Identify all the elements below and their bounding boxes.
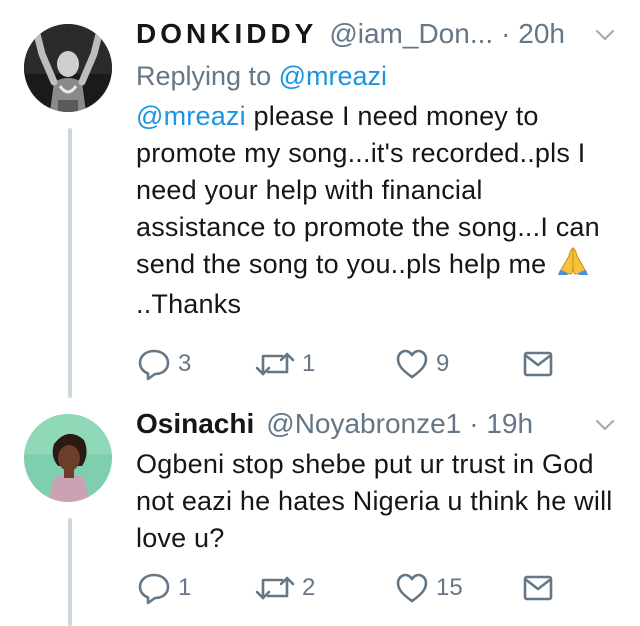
retweet-count: 2 <box>302 574 316 601</box>
like-count: 15 <box>436 574 463 601</box>
avatar[interactable] <box>24 414 112 502</box>
tweet[interactable]: Osinachi @Noyabronze1 · 19h Ogbeni stop … <box>136 406 616 557</box>
user-handle[interactable]: @iam_Don... <box>329 16 493 52</box>
retweet-count: 1 <box>302 350 316 377</box>
tweet-text-end: ..Thanks <box>136 289 242 319</box>
replying-to-link[interactable]: @mreazi <box>279 61 387 91</box>
tweet-header: DONKIDDY @iam_Don... · 20h <box>136 16 616 52</box>
display-name[interactable]: DONKIDDY <box>136 16 317 52</box>
tweet-text: Ogbeni stop shebe put ur trust in God no… <box>136 449 613 553</box>
chevron-down-icon[interactable] <box>594 24 616 46</box>
reply-button[interactable]: 1 <box>136 570 191 606</box>
like-count: 9 <box>436 350 450 377</box>
reply-button[interactable]: 3 <box>136 346 191 382</box>
direct-message-button[interactable] <box>520 570 562 606</box>
display-name[interactable]: Osinachi <box>136 406 254 442</box>
retweet-icon <box>255 352 295 376</box>
mention-link[interactable]: @mreazi <box>136 101 246 131</box>
user-handle[interactable]: @Noyabronze1 <box>266 406 461 442</box>
timestamp[interactable]: · 20h <box>501 16 565 52</box>
replying-label: Replying to <box>136 61 272 91</box>
avatar[interactable] <box>24 24 112 112</box>
reply-count: 1 <box>178 574 192 601</box>
timestamp[interactable]: · 19h <box>469 406 533 442</box>
direct-message-button[interactable] <box>520 346 562 382</box>
like-icon <box>396 573 428 603</box>
tweet-actions: 3 1 9 <box>0 346 640 382</box>
like-icon <box>396 349 428 379</box>
retweet-button[interactable]: 2 <box>254 570 315 606</box>
tweet[interactable]: DONKIDDY @iam_Don... · 20h Replying to @… <box>136 16 616 323</box>
like-button[interactable]: 15 <box>394 570 463 606</box>
tweet-actions: 1 2 15 <box>0 570 640 606</box>
retweet-icon <box>255 576 295 600</box>
reply-icon <box>138 573 170 605</box>
like-button[interactable]: 9 <box>394 346 449 382</box>
reply-count: 3 <box>178 350 192 377</box>
direct-message-icon <box>523 351 553 377</box>
direct-message-icon <box>523 575 553 601</box>
tweet-text: @mreazi please I need money to promote m… <box>136 98 616 323</box>
chevron-down-icon[interactable] <box>594 414 616 436</box>
tweet-header: Osinachi @Noyabronze1 · 19h <box>136 406 616 442</box>
retweet-button[interactable]: 1 <box>254 346 315 382</box>
reply-icon <box>138 349 170 381</box>
folded-hands-emoji <box>556 246 590 286</box>
replying-to: Replying to @mreazi <box>136 58 616 94</box>
